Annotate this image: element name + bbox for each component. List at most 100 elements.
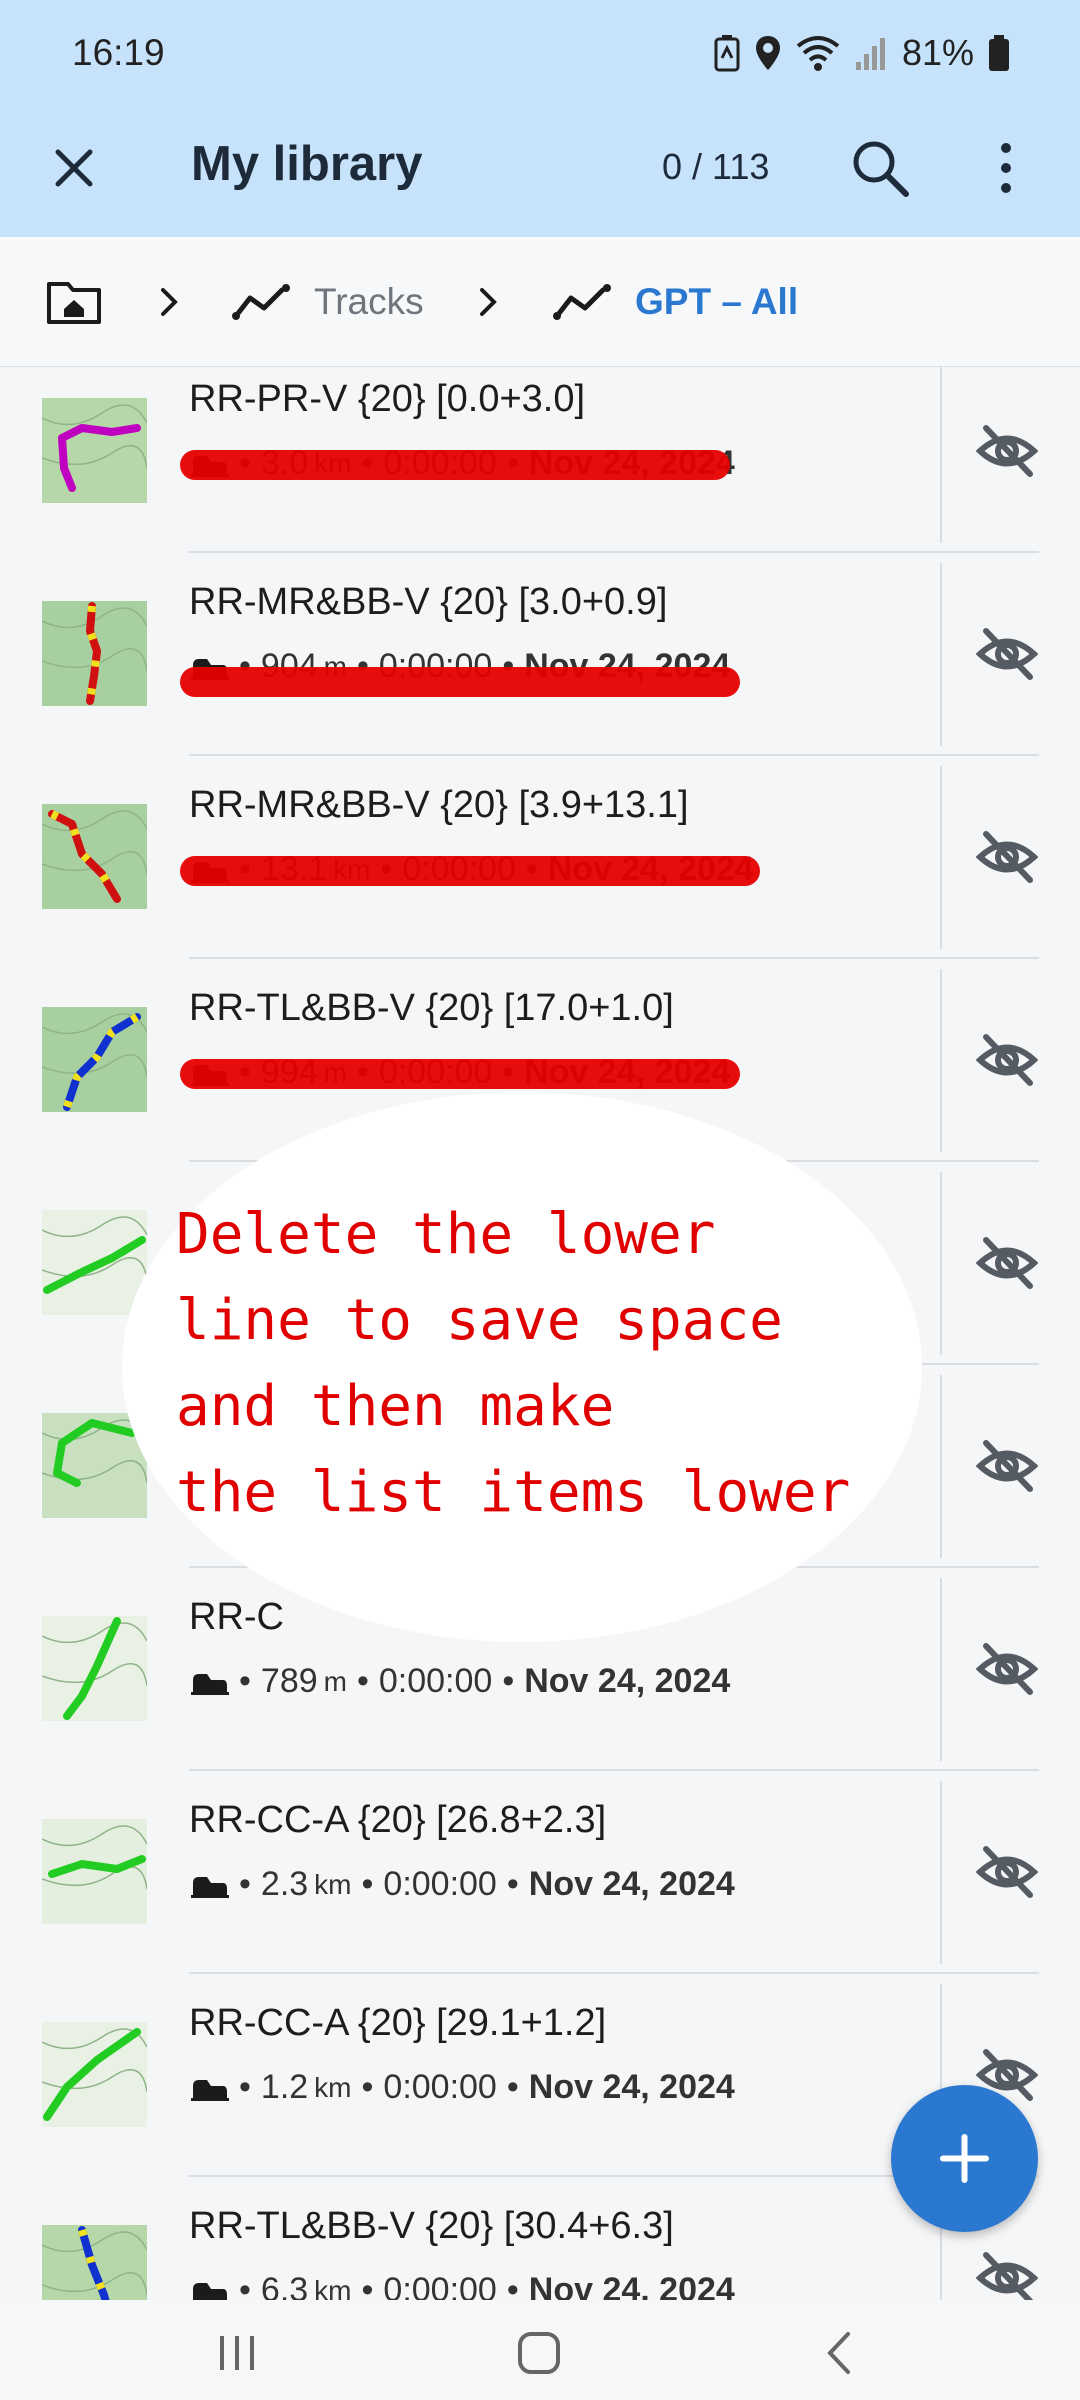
track-name: RR-C: [189, 1596, 284, 1638]
system-nav-bar: [0, 2300, 1080, 2400]
track-date: Nov 24, 2024: [528, 2068, 735, 2106]
track-distance: 6.3: [260, 2271, 309, 2300]
annotation-strikethrough: [180, 856, 760, 886]
selection-count: 0 / 113: [662, 146, 770, 187]
track-distance-unit: km: [314, 2071, 352, 2103]
folder-home-icon: [47, 282, 101, 324]
row-divider: [940, 1781, 942, 1964]
visibility-toggle[interactable]: [975, 1232, 1039, 1294]
breadcrumb: Tracks GPT – All: [0, 237, 1080, 367]
page-title: My library: [191, 137, 423, 191]
track-name: RR-PR-V {20} [0.0+3.0]: [189, 378, 586, 420]
activity-icon: [191, 1673, 229, 1695]
breadcrumb-home[interactable]: [46, 237, 102, 367]
track-meta: • 6.3 km • 0:00:00 • Nov 24, 2024: [189, 2271, 735, 2300]
back-icon[interactable]: [816, 2328, 866, 2378]
row-divider: [940, 1578, 942, 1761]
hidden-eye-icon: [975, 831, 1039, 883]
track-icon: [553, 284, 611, 320]
chevron-right-icon: [161, 288, 178, 316]
annotation-text: Delete the lower line to save space and …: [176, 1192, 850, 1536]
breadcrumb-label: GPT – All: [635, 281, 799, 322]
track-name: RR-TL&BB-V {20} [30.4+6.3]: [189, 2205, 674, 2247]
track-row[interactable]: RR-PR-V {20} [0.0+3.0]•3.0km•0:00:00•Nov…: [0, 367, 1080, 553]
hidden-eye-icon: [975, 1846, 1039, 1898]
visibility-toggle[interactable]: [975, 1638, 1039, 1700]
track-thumbnail: [42, 601, 147, 706]
row-divider: [940, 367, 942, 543]
track-thumbnail: [42, 1210, 147, 1315]
annotation-line: Delete the lower: [176, 1202, 716, 1267]
annotation-strikethrough: [180, 667, 740, 697]
activity-icon: [191, 2079, 229, 2101]
track-distance: 1.2: [260, 2068, 309, 2106]
track-distance-unit: m: [323, 1665, 347, 1697]
track-name: RR-CC-A {20} [29.1+1.2]: [189, 2002, 607, 2044]
add-button[interactable]: [891, 2085, 1038, 2232]
visibility-toggle[interactable]: [975, 826, 1039, 888]
hidden-eye-icon: [975, 1643, 1039, 1695]
track-date: Nov 24, 2024: [524, 1662, 731, 1700]
row-divider: [940, 1172, 942, 1355]
search-icon[interactable]: [846, 134, 914, 202]
hidden-eye-icon: [975, 1440, 1039, 1492]
track-duration: 0:00:00: [383, 2271, 497, 2300]
visibility-toggle[interactable]: [975, 1435, 1039, 1497]
track-name: RR-TL&BB-V {20} [17.0+1.0]: [189, 987, 674, 1029]
track-row[interactable]: RR-CC-A {20} [26.8+2.3] • 2.3 km • 0:00:00 • No…: [0, 1771, 1080, 1974]
recents-icon[interactable]: [212, 2328, 262, 2378]
track-thumbnail: [42, 1616, 147, 1721]
track-date: Nov 24, 2024: [528, 2271, 735, 2300]
breadcrumb-separator: [154, 237, 184, 367]
location-icon: [755, 36, 780, 70]
row-divider: [940, 1375, 942, 1558]
track-meta: • 2.3 km • 0:00:00 • Nov 24, 2024: [189, 1865, 735, 1904]
breadcrumb-current[interactable]: GPT – All: [553, 237, 798, 367]
battery-saver-icon: [714, 35, 740, 72]
home-icon[interactable]: [514, 2328, 564, 2378]
track-thumbnail: [42, 804, 147, 909]
battery-icon: [989, 35, 1009, 71]
track-duration: 0:00:00: [378, 1662, 493, 1700]
track-name: RR-MR&BB-V {20} [3.9+13.1]: [189, 784, 689, 826]
row-divider: [940, 766, 942, 949]
status-icons: 81%: [714, 30, 1010, 76]
track-date: Nov 24, 2024: [528, 1865, 735, 1903]
annotation-line: line to save space: [176, 1288, 783, 1353]
visibility-toggle[interactable]: [975, 420, 1039, 482]
breadcrumb-tracks[interactable]: Tracks: [232, 237, 424, 367]
annotation-strikethrough: [180, 450, 730, 480]
track-thumbnail: [42, 2022, 147, 2127]
track-thumbnail: [42, 1007, 147, 1112]
annotation-strikethrough: [180, 1059, 740, 1089]
visibility-toggle[interactable]: [975, 2247, 1039, 2300]
track-meta: • 789 m • 0:00:00 • Nov 24, 2024: [189, 1662, 730, 1701]
track-distance: 2.3: [260, 1865, 309, 1903]
track-icon: [232, 284, 290, 320]
track-distance-unit: km: [314, 2274, 352, 2301]
visibility-toggle[interactable]: [975, 1841, 1039, 1903]
row-divider: [940, 969, 942, 1152]
track-thumbnail: [42, 2225, 147, 2300]
track-row[interactable]: RR-MR&BB-V {20} [3.9+13.1]•13.1km•0:00:0…: [0, 756, 1080, 959]
status-time: 16:19: [72, 32, 165, 73]
hidden-eye-icon: [975, 1237, 1039, 1289]
more-vert-icon[interactable]: [984, 136, 1028, 200]
breadcrumb-label: Tracks: [314, 281, 424, 322]
hidden-eye-icon: [975, 425, 1039, 477]
close-icon[interactable]: [44, 138, 104, 198]
hidden-eye-icon: [975, 628, 1039, 680]
track-name: RR-CC-A {20} [26.8+2.3]: [189, 1799, 607, 1841]
activity-icon: [191, 1876, 229, 1898]
signal-icon: [855, 38, 885, 70]
track-row[interactable]: RR-MR&BB-V {20} [3.0+0.9] • 904 m • 0:00:00 • N…: [0, 553, 1080, 756]
track-duration: 0:00:00: [383, 1865, 497, 1903]
plus-icon: [940, 2134, 989, 2183]
chevron-right-icon: [480, 288, 497, 316]
track-thumbnail: [42, 398, 147, 503]
hidden-eye-icon: [975, 2252, 1039, 2300]
visibility-toggle[interactable]: [975, 1029, 1039, 1091]
breadcrumb-separator: [473, 237, 503, 367]
wifi-icon: [796, 36, 840, 71]
visibility-toggle[interactable]: [975, 623, 1039, 685]
